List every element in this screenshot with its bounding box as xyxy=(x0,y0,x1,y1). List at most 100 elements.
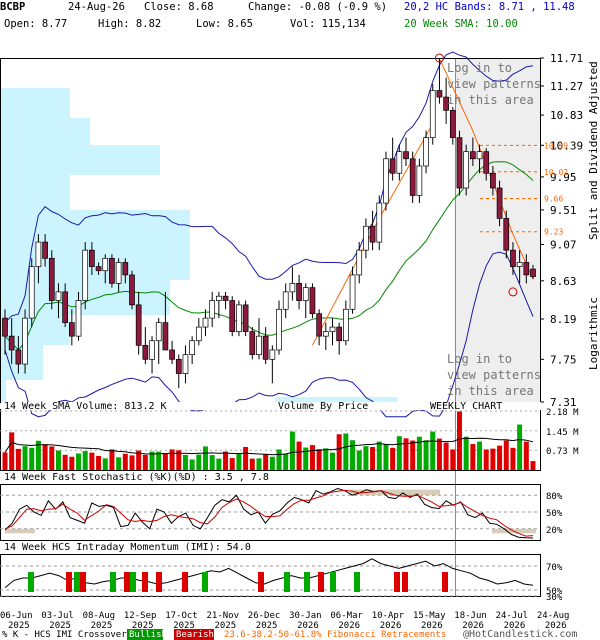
candle-body xyxy=(316,313,322,337)
candle-body xyxy=(416,165,423,196)
candle-body xyxy=(222,295,229,301)
volume-bar xyxy=(443,442,449,470)
volume-bar xyxy=(122,453,128,470)
candle-body xyxy=(262,335,269,360)
weekly-title: WEEKLY CHART xyxy=(430,401,502,412)
candle-body xyxy=(516,262,523,267)
candle-body xyxy=(28,266,35,319)
pattern-text: Log in to xyxy=(447,61,512,75)
volume-bar xyxy=(396,436,402,470)
y-tick-label: 9.51 xyxy=(550,204,577,217)
footer-fib: 23.6-38.2-50-61.8% Fibonacci Retracement… xyxy=(224,630,446,640)
bearish-signal xyxy=(66,572,72,592)
volume-bar xyxy=(236,453,242,470)
candle-body xyxy=(423,137,429,167)
bullish-signal xyxy=(202,572,208,592)
imi-title: 14 Week HCS Intraday Momentum (IMI): 54.… xyxy=(4,542,251,553)
fib-label: 10.02 xyxy=(544,168,568,177)
volume-bar xyxy=(249,458,255,470)
bullish-signal xyxy=(28,572,34,592)
candle-body xyxy=(15,349,22,365)
volume-axis-label: 1.45 M xyxy=(546,428,579,438)
volume-bar xyxy=(102,458,108,470)
bearish-signal xyxy=(80,572,86,592)
y-tick-label: 8.63 xyxy=(550,275,577,288)
x-tick-label: 17-Oct xyxy=(165,611,198,621)
footer-bullish: Bullish xyxy=(129,630,167,640)
volume-bar xyxy=(203,446,209,470)
stoch-axis-label: 80% xyxy=(546,492,563,502)
candle-body xyxy=(62,291,69,323)
fib-label: 9.66 xyxy=(544,194,563,203)
x-tick-label: 18-Jun xyxy=(454,611,487,621)
x-tick-label: 24-Aug xyxy=(537,611,570,621)
candle-body xyxy=(182,354,189,374)
y-tick-label: 11.27 xyxy=(550,80,583,93)
candle-body xyxy=(490,172,496,189)
volume-bar xyxy=(363,446,369,470)
candle-body xyxy=(463,151,470,189)
bullish-signal xyxy=(330,572,336,592)
volume-bar xyxy=(289,431,295,470)
volume-bar xyxy=(423,440,429,470)
bullish-signal xyxy=(74,572,80,592)
volume-bar xyxy=(376,441,382,470)
fib-label: 10.39 xyxy=(544,141,568,150)
change-value: Change: -0.08 (-0.9 %) xyxy=(248,1,388,13)
candle-body xyxy=(389,158,396,174)
x-tick-label: 24-Jul xyxy=(496,611,529,621)
volume-title: 14 Week SMA Volume: 813.2 K xyxy=(4,401,167,412)
x-tick-label: 15-May xyxy=(413,611,446,621)
candle-body xyxy=(42,241,48,259)
volume-bar xyxy=(523,441,529,470)
candle-body xyxy=(129,274,135,306)
candle-body xyxy=(276,308,282,351)
candle-body xyxy=(175,358,182,374)
bullish-signal xyxy=(304,572,310,592)
candle-body xyxy=(68,322,75,337)
candle-body xyxy=(249,331,256,355)
vbp-bar xyxy=(0,145,160,175)
volume-bar xyxy=(169,449,175,470)
candle-body xyxy=(356,249,363,276)
volume-bar xyxy=(410,440,416,470)
candle-body xyxy=(409,158,416,196)
candle-body xyxy=(289,283,296,293)
candle-body xyxy=(162,322,169,351)
x-tick-label: 10-Apr xyxy=(372,611,405,621)
pattern-text: Log in to xyxy=(447,352,512,366)
candle-body xyxy=(216,295,222,301)
candle-body xyxy=(369,225,376,243)
x-tick-label: 26-Dec xyxy=(248,611,281,621)
symbol: BCBP xyxy=(0,1,26,13)
vbp-title: Volume By Price xyxy=(278,401,368,412)
y-tick-label: 8.19 xyxy=(550,313,577,326)
candle-body xyxy=(503,218,510,251)
candle-body xyxy=(256,335,262,355)
candle-body xyxy=(169,349,175,360)
x-tick-label: 06-Jun xyxy=(0,611,33,621)
candle-body xyxy=(102,257,109,272)
volume-bar xyxy=(76,453,82,470)
candle-body xyxy=(322,331,329,337)
volume-bar xyxy=(383,444,389,470)
volume-bar xyxy=(223,451,229,470)
volume-bar xyxy=(82,451,88,470)
candle-body xyxy=(2,317,8,337)
candle-body xyxy=(436,90,443,98)
date: 24-Aug-26 xyxy=(68,1,125,13)
side-label-log: Logarithmic xyxy=(587,297,600,370)
stoch-title: 14 Week Fast Stochastic (%K)(%D) : 3.5 ,… xyxy=(4,472,269,483)
volume-bar xyxy=(470,444,476,470)
footer-bearish: Bearish xyxy=(176,630,214,640)
bearish-signal xyxy=(394,572,400,592)
candle-body xyxy=(135,304,142,346)
candle-body xyxy=(229,300,236,332)
volume-bar xyxy=(350,440,356,470)
bearish-signal xyxy=(442,572,448,592)
candle-body xyxy=(336,326,343,342)
volume-bar xyxy=(510,447,516,470)
candle-body xyxy=(89,249,95,267)
x-tick-label: 30-Jan xyxy=(289,611,322,621)
bullish-signal xyxy=(354,572,360,592)
